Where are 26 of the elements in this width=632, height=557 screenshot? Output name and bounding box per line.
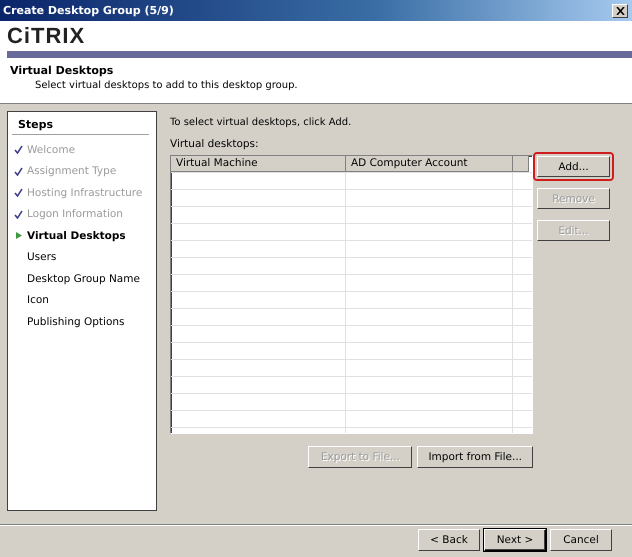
step-item: Logon Information — [27, 208, 123, 220]
page-title: Virtual Desktops — [10, 64, 114, 77]
step-item: Hosting Infrastructure — [27, 186, 142, 199]
step-item: Assignment Type — [27, 165, 116, 178]
step-item: Icon — [27, 294, 49, 306]
file-button[interactable]: Import from File... — [417, 446, 533, 468]
step-item: Desktop Group Name — [27, 272, 140, 285]
page-subtitle: Select virtual desktops to add to this desktop group. — [35, 80, 299, 91]
column-header[interactable]: AD Computer Account — [346, 156, 513, 172]
window-title: Create Desktop Group (5/9) — [3, 4, 174, 17]
instruction-text: To select virtual desktops, click Add. — [170, 117, 352, 128]
steps-title: Steps — [12, 118, 149, 135]
step-item: Welcome — [27, 144, 76, 156]
step-item: Virtual Desktops — [27, 230, 126, 242]
wizard-button[interactable]: Cancel — [550, 529, 612, 551]
column-header[interactable]: Virtual Machine — [171, 156, 346, 172]
citrix-logo: CiTRIX — [7, 24, 86, 48]
wizard-button[interactable]: < Back — [418, 529, 480, 551]
desktop-list[interactable]: Virtual Machine AD Computer Account — [170, 155, 533, 434]
close-icon — [616, 6, 624, 14]
close-button[interactable] — [612, 4, 628, 18]
step-item: Users — [27, 251, 56, 264]
list-label: Virtual desktops: — [170, 138, 260, 150]
side-button[interactable]: Add... — [537, 156, 610, 177]
step-item: Publishing Options — [27, 316, 125, 328]
wizard-button[interactable]: Next > — [484, 529, 546, 551]
